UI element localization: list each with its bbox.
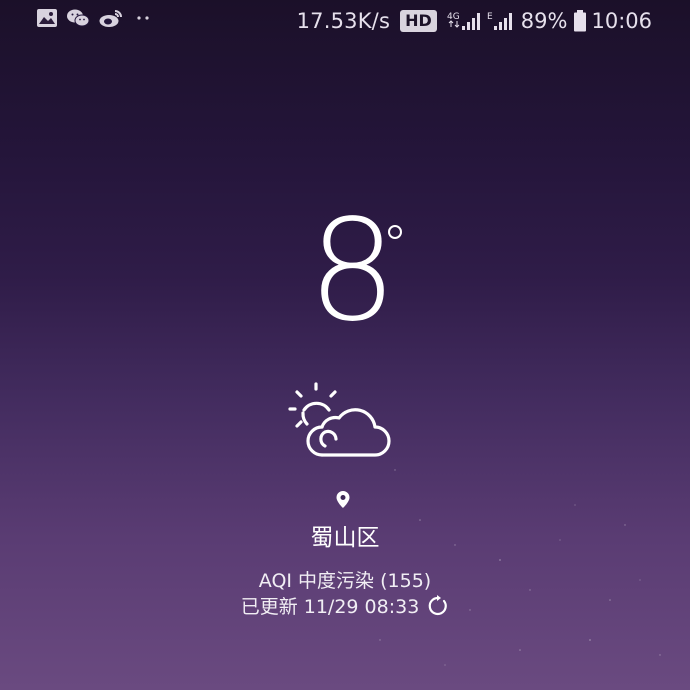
location-pin-icon	[335, 490, 351, 514]
update-row: 已更新 11/29 08:33	[0, 592, 690, 619]
gallery-icon	[36, 8, 58, 28]
battery-icon	[574, 10, 587, 32]
temperature-display[interactable]: 8	[300, 202, 420, 342]
notification-icons	[36, 8, 154, 28]
network-type-label: 4G	[447, 12, 460, 22]
clock: 10:06	[591, 9, 652, 33]
wechat-icon	[66, 8, 90, 28]
hd-badge: HD	[400, 10, 437, 32]
aqi-status: AQI 中度污染 (155)	[258, 570, 432, 592]
partly-cloudy-icon	[282, 380, 394, 466]
refresh-icon[interactable]	[427, 594, 449, 617]
last-updated-text: 已更新 11/29 08:33	[240, 596, 420, 618]
weibo-icon	[98, 8, 124, 28]
signal-4g-icon: 4G	[447, 12, 480, 30]
temperature-value: 8	[308, 190, 398, 353]
more-dots-icon	[132, 8, 154, 28]
signal-e-icon: E	[487, 12, 512, 30]
battery-percent: 89%	[520, 9, 568, 33]
network-speed: 17.53K/s	[296, 9, 391, 33]
location-name[interactable]: 蜀山区	[0, 518, 690, 552]
degree-symbol	[388, 225, 402, 239]
status-bar: 17.53K/s HD 4G E 89% 10:06	[0, 0, 690, 42]
secondary-network-label: E	[487, 12, 493, 22]
status-indicators: 17.53K/s HD 4G E 89% 10:06	[297, 6, 652, 36]
